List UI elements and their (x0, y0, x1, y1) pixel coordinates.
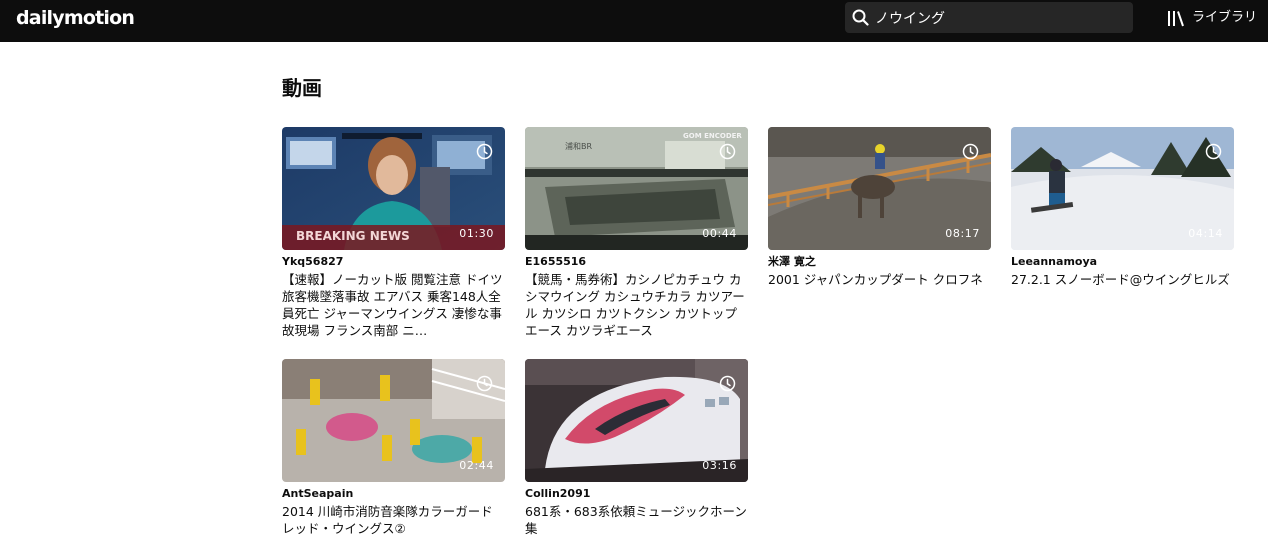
video-duration: 03:16 (702, 459, 737, 472)
top-bar: dailymotion ライブラリ (0, 0, 1268, 42)
video-title[interactable]: 681系・683系依頼ミュージックホーン集 (525, 503, 748, 537)
watch-later-icon[interactable] (476, 375, 493, 392)
search-box[interactable] (845, 2, 1133, 33)
video-title[interactable]: 2014 川崎市消防音楽隊カラーガード レッド・ウイングス② (282, 503, 505, 537)
watch-later-icon[interactable] (719, 375, 736, 392)
video-duration: 00:44 (702, 227, 737, 240)
channel-name[interactable]: Leeannamoya (1011, 255, 1234, 268)
watch-later-icon[interactable] (476, 143, 493, 160)
search-input[interactable] (875, 2, 1125, 33)
video-card[interactable]: BREAKING NEWS 01:30 Ykq56827 【速報】ノーカット版 … (282, 127, 505, 339)
channel-name[interactable]: Ykq56827 (282, 255, 505, 268)
channel-name[interactable]: 米澤 寛之 (768, 255, 991, 268)
video-duration: 08:17 (945, 227, 980, 240)
watch-later-icon[interactable] (1205, 143, 1222, 160)
video-title[interactable]: 2001 ジャパンカップダート クロフネ (768, 271, 991, 288)
encoder-logo-text: GOM ENCODER (683, 132, 742, 140)
breaking-news-text: BREAKING NEWS (296, 229, 410, 243)
video-card[interactable]: 03:16 Collin2091 681系・683系依頼ミュージックホーン集 (525, 359, 748, 537)
video-thumbnail[interactable]: 04:14 (1011, 127, 1234, 250)
video-card[interactable]: 08:17 米澤 寛之 2001 ジャパンカップダート クロフネ (768, 127, 991, 288)
video-thumbnail[interactable]: BREAKING NEWS 01:30 (282, 127, 505, 250)
station-text: 浦和BR (565, 141, 592, 151)
watch-later-icon[interactable] (962, 143, 979, 160)
video-duration: 02:44 (459, 459, 494, 472)
video-duration: 01:30 (459, 227, 494, 240)
dailymotion-logo[interactable]: dailymotion (16, 7, 135, 29)
video-thumbnail[interactable]: 浦和BR GOM ENCODER 00:44 (525, 127, 748, 250)
channel-name[interactable]: AntSeapain (282, 487, 505, 500)
library-label: ライブラリ (1192, 10, 1258, 25)
watch-later-icon[interactable] (719, 143, 736, 160)
video-title[interactable]: 27.2.1 スノーボード@ウイングヒルズ (1011, 271, 1234, 288)
video-thumbnail[interactable]: 08:17 (768, 127, 991, 250)
video-card[interactable]: 04:14 Leeannamoya 27.2.1 スノーボード@ウイングヒルズ (1011, 127, 1234, 288)
video-title[interactable]: 【競馬・馬券術】カシノピカチュウ カシマウイング カシュウチカラ カツアール カ… (525, 271, 748, 339)
video-thumbnail[interactable]: 02:44 (282, 359, 505, 482)
video-card[interactable]: 浦和BR GOM ENCODER 00:44 E1655516 【競馬・馬券術】… (525, 127, 748, 339)
library-button[interactable]: ライブラリ (1167, 8, 1257, 28)
video-card[interactable]: 02:44 AntSeapain 2014 川崎市消防音楽隊カラーガード レッド… (282, 359, 505, 537)
video-duration: 04:14 (1188, 227, 1223, 240)
section-title: 動画 (282, 76, 322, 100)
video-title[interactable]: 【速報】ノーカット版 閲覧注意 ドイツ旅客機墜落事故 エアバス 乗客148人全員… (282, 271, 505, 339)
channel-name[interactable]: Collin2091 (525, 487, 748, 500)
video-thumbnail[interactable]: 03:16 (525, 359, 748, 482)
library-icon (1168, 10, 1184, 26)
channel-name[interactable]: E1655516 (525, 255, 748, 268)
search-icon[interactable] (852, 9, 869, 26)
